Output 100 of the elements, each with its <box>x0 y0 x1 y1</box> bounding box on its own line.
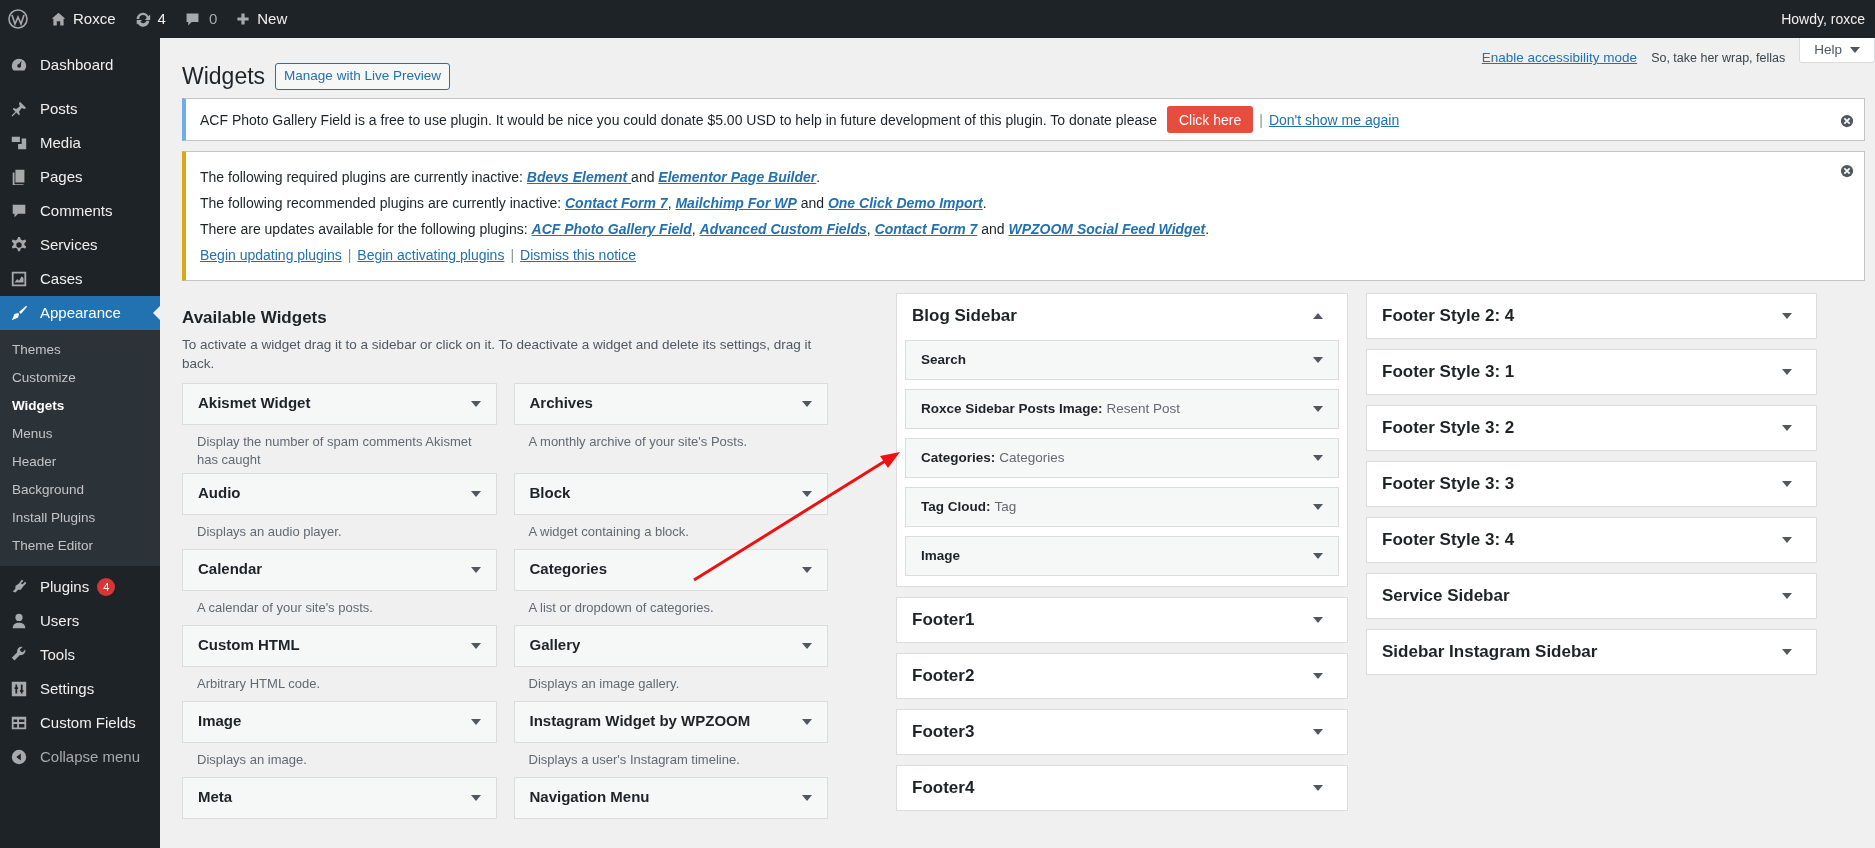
widget-title-bar[interactable]: Search <box>905 340 1339 380</box>
menu-item[interactable]: Pages <box>0 160 160 194</box>
sidebar-header[interactable]: Footer Style 3: 4 <box>1367 518 1816 562</box>
widget-name: Calendar <box>198 559 263 580</box>
section-description: To activate a widget drag it to a sidebar or click on it. To deactivate a widget and delete its settings, drag it back. <box>182 335 813 373</box>
sidebar-title: Footer Style 3: 2 <box>1382 417 1515 440</box>
widget-title-bar[interactable]: Image <box>905 536 1339 576</box>
comments-link[interactable]: 0 <box>183 7 218 31</box>
widget-title-bar[interactable]: Image <box>182 700 497 743</box>
sidebar-header[interactable]: Footer Style 3: 1 <box>1367 350 1816 394</box>
widget-description: A list or dropdown of categories. <box>527 598 715 617</box>
menu-item[interactable]: Media <box>0 126 160 160</box>
submenu-item[interactable]: Header <box>0 448 160 476</box>
widget-title-bar[interactable]: Categories: Categories <box>905 438 1339 478</box>
widget-title-bar[interactable]: Calendar <box>182 548 497 591</box>
donate-button[interactable]: Click here <box>1167 106 1254 133</box>
separator-text: | <box>347 246 352 265</box>
sidebar-header[interactable]: Footer1 <box>897 598 1347 642</box>
widget-title-bar[interactable]: Tag Cloud: Tag <box>905 487 1339 527</box>
menu-item[interactable]: Appearance <box>0 296 160 330</box>
link[interactable]: Contact Form 7 <box>564 195 668 211</box>
submenu-item[interactable]: Themes <box>0 336 160 364</box>
site-link[interactable]: Roxce <box>50 7 116 31</box>
widget-title-bar[interactable]: Audio <box>182 472 497 515</box>
menu-item[interactable]: Dashboard <box>0 48 160 82</box>
sidebar-title: Footer2 <box>912 665 975 688</box>
separator-text: | <box>510 246 515 265</box>
separator-text: | <box>1259 110 1263 130</box>
widget-title-bar[interactable]: Archives <box>513 382 828 425</box>
link[interactable]: Contact Form 7 <box>874 221 978 237</box>
widget-description: A monthly archive of your site's Posts. <box>527 432 749 451</box>
menu-item[interactable]: Users <box>0 604 160 638</box>
widget-description: Displays a user's Instagram timeline. <box>527 750 741 769</box>
submenu-item[interactable]: Install Plugins <box>0 504 160 532</box>
widget-title-bar[interactable]: Roxce Sidebar Posts Image: Resent Post <box>905 389 1339 429</box>
menu-item[interactable]: Services <box>0 228 160 262</box>
widget-name: Tag Cloud: Tag <box>921 497 1017 516</box>
link[interactable]: Mailchimp For WP <box>675 195 797 211</box>
help-tab[interactable]: Help <box>1799 38 1875 63</box>
submenu-item[interactable]: Widgets <box>0 392 160 420</box>
submenu-item[interactable]: Menus <box>0 420 160 448</box>
widget-title-bar[interactable]: Instagram Widget by WPZOOM <box>513 700 828 743</box>
sidebar-header[interactable]: Footer2 <box>897 654 1347 698</box>
link[interactable]: Dismiss this notice <box>520 242 636 268</box>
submenu-item[interactable]: Background <box>0 476 160 504</box>
new-link[interactable]: New <box>235 7 288 31</box>
submenu-item[interactable]: Customize <box>0 364 160 392</box>
link[interactable]: Begin updating plugins <box>200 242 342 268</box>
section-heading: Available Widgets <box>182 307 328 329</box>
submenu-item[interactable]: Theme Editor <box>0 532 160 560</box>
widget-title-bar[interactable]: Navigation Menu <box>513 776 828 819</box>
account-link[interactable]: Howdy, roxce <box>1781 8 1865 30</box>
widget-title-bar[interactable]: Block <box>513 472 828 515</box>
widget-title-bar[interactable]: Custom HTML <box>182 624 497 667</box>
widget-name: Roxce Sidebar Posts Image: Resent Post <box>921 399 1181 418</box>
notice-text: The following recommended plugins are currently inactive: Contact Form 7, Mailchimp For WP and One Click Demo Import. <box>200 194 988 213</box>
menu-item[interactable]: Collapse menu <box>0 740 160 774</box>
menu-item[interactable]: Posts <box>0 92 160 126</box>
live-preview-button[interactable]: Manage with Live Preview <box>275 62 450 90</box>
widget-name: Custom HTML <box>198 635 300 656</box>
updates-link[interactable]: 4 <box>133 7 166 31</box>
widget-title-bar[interactable]: Akismet Widget <box>182 382 497 425</box>
sidebar-header[interactable]: Footer3 <box>897 710 1347 754</box>
widget-name: Image <box>198 711 242 732</box>
widget-title-bar[interactable]: Gallery <box>513 624 828 667</box>
menu-item[interactable]: Plugins 4 <box>0 570 160 604</box>
widget-name: Archives <box>529 393 593 414</box>
sidebar-title: Footer Style 3: 3 <box>1382 473 1515 496</box>
link[interactable]: Don't show me again <box>1268 106 1400 133</box>
menu-item[interactable]: Tools <box>0 638 160 672</box>
link[interactable]: One Click Demo Import <box>827 195 983 211</box>
widget-title-bar[interactable]: Categories <box>513 548 828 591</box>
menu-item[interactable]: Settings <box>0 672 160 706</box>
link[interactable]: Advanced Custom Fields <box>699 221 867 237</box>
sidebar-header[interactable]: Footer Style 3: 2 <box>1367 406 1816 450</box>
sidebar-header[interactable]: Sidebar Instagram Sidebar <box>1367 630 1816 674</box>
sidebar-title: Service Sidebar <box>1382 585 1510 608</box>
sidebar-header[interactable]: Footer4 <box>897 766 1347 810</box>
widget-name: Navigation Menu <box>529 787 650 808</box>
sidebar-title: Footer Style 3: 1 <box>1382 361 1515 384</box>
link[interactable]: ACF Photo Gallery Field <box>531 221 692 237</box>
link[interactable]: WPZOOM Social Feed Widget <box>1008 221 1206 237</box>
sidebar-title: Footer1 <box>912 609 975 632</box>
link[interactable]: Elementor Page Builder <box>658 169 817 185</box>
menu-item[interactable]: Comments <box>0 194 160 228</box>
widget-name: Instagram Widget by WPZOOM <box>529 711 751 732</box>
accessibility-link[interactable]: Enable accessibility mode <box>1481 48 1638 69</box>
widget-description: Displays an image. <box>196 750 308 769</box>
link[interactable]: Begin activating plugins <box>357 242 505 268</box>
menu-item[interactable]: Cases <box>0 262 160 296</box>
sidebar-title: Blog Sidebar <box>912 305 1017 328</box>
menu-item[interactable]: Custom Fields <box>0 706 160 740</box>
sidebar-header[interactable]: Footer Style 2: 4 <box>1367 294 1816 338</box>
sidebar-header[interactable]: Footer Style 3: 3 <box>1367 462 1816 506</box>
widget-title-bar[interactable]: Meta <box>182 776 497 819</box>
tagline-text: So, take her wrap, fellas <box>1651 50 1786 67</box>
sidebar-header[interactable]: Blog Sidebar <box>897 294 1347 338</box>
sidebar-title: Footer4 <box>912 777 975 800</box>
link[interactable]: Bdevs Element <box>526 169 632 185</box>
sidebar-header[interactable]: Service Sidebar <box>1367 574 1816 618</box>
